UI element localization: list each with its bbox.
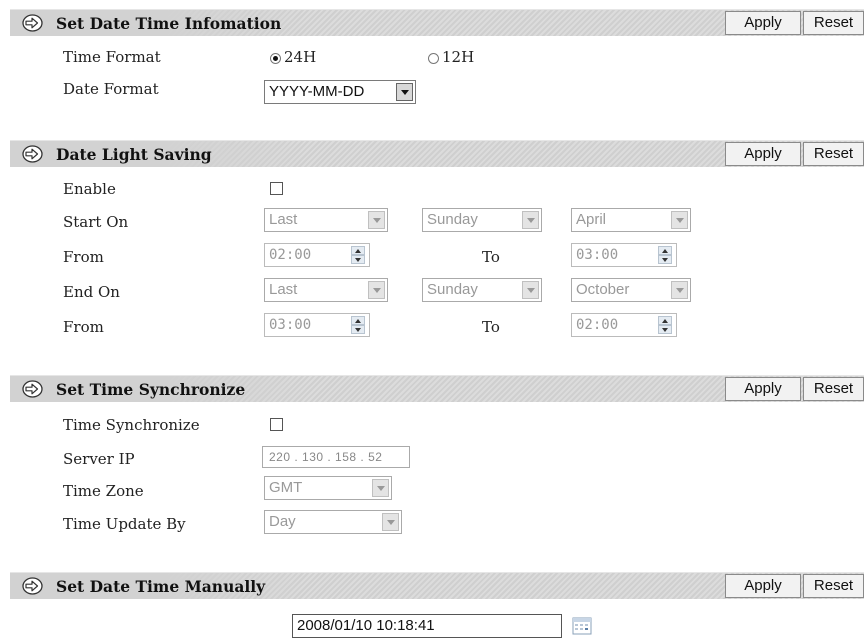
section-title: Set Date Time Manually xyxy=(56,577,266,596)
update-by-label: Time Update By xyxy=(63,515,186,533)
arrow-right-circle-icon xyxy=(22,380,43,398)
end-to-value: 02:00 xyxy=(576,317,619,333)
end-day-select[interactable]: Sunday xyxy=(422,278,542,302)
end-from-value: 03:00 xyxy=(269,317,312,333)
start-month-select[interactable]: April xyxy=(571,208,691,232)
reset-button[interactable]: Reset xyxy=(803,377,864,401)
time-zone-value: GMT xyxy=(269,479,303,496)
chevron-down-icon xyxy=(522,211,539,229)
section-header-manual: Set Date Time Manually Apply Reset xyxy=(10,572,864,599)
arrow-right-circle-icon xyxy=(22,145,43,163)
section-title: Set Time Synchronize xyxy=(56,380,246,399)
time-zone-label: Time Zone xyxy=(63,482,144,500)
start-day-value: Sunday xyxy=(427,211,478,228)
start-from-value: 02:00 xyxy=(269,247,312,263)
end-month-select[interactable]: October xyxy=(571,278,691,302)
end-day-value: Sunday xyxy=(427,281,478,298)
chevron-down-icon xyxy=(382,513,399,531)
spin-up-icon[interactable] xyxy=(658,246,672,255)
spin-down-icon[interactable] xyxy=(351,255,365,264)
manual-datetime-input[interactable]: 2008/01/10 10:18:41 xyxy=(292,614,562,638)
section-header-date-time-info: Set Date Time Infomation Apply Reset xyxy=(10,9,864,36)
spin-up-icon[interactable] xyxy=(351,246,365,255)
enable-label: Enable xyxy=(63,180,116,198)
chevron-down-icon xyxy=(396,83,413,101)
apply-button[interactable]: Apply xyxy=(725,574,801,598)
server-ip-value: 220 . 130 . 158 . 52 xyxy=(269,450,383,464)
time-sync-label: Time Synchronize xyxy=(63,416,200,434)
section-title: Date Light Saving xyxy=(56,145,212,164)
time-zone-select[interactable]: GMT xyxy=(264,476,392,500)
server-ip-field[interactable]: 220 . 130 . 158 . 52 xyxy=(262,446,410,468)
time-sync-checkbox[interactable] xyxy=(270,418,283,431)
spin-up-icon[interactable] xyxy=(658,316,672,325)
end-month-value: October xyxy=(576,281,630,298)
from-label: From xyxy=(63,318,104,336)
start-day-select[interactable]: Sunday xyxy=(422,208,542,232)
server-ip-label: Server IP xyxy=(63,450,135,468)
date-format-select[interactable]: YYYY-MM-DD xyxy=(264,80,416,104)
start-on-label: Start On xyxy=(63,213,129,231)
chevron-down-icon xyxy=(671,211,688,229)
end-week-select[interactable]: Last xyxy=(264,278,388,302)
end-to-stepper[interactable]: 02:00 xyxy=(571,313,677,337)
start-week-select[interactable]: Last xyxy=(264,208,388,232)
chevron-down-icon xyxy=(368,211,385,229)
date-format-label: Date Format xyxy=(63,80,159,98)
apply-button[interactable]: Apply xyxy=(725,142,801,166)
radio-12h[interactable] xyxy=(428,53,439,64)
chevron-down-icon xyxy=(522,281,539,299)
start-to-value: 03:00 xyxy=(576,247,619,263)
spin-down-icon[interactable] xyxy=(658,255,672,264)
to-label: To xyxy=(482,318,500,336)
spin-up-icon[interactable] xyxy=(351,316,365,325)
start-to-stepper[interactable]: 03:00 xyxy=(571,243,677,267)
time-format-label: Time Format xyxy=(63,48,161,66)
arrow-right-circle-icon xyxy=(22,577,43,595)
start-month-value: April xyxy=(576,211,607,228)
radio-24h-label: 24H xyxy=(284,48,317,66)
reset-button[interactable]: Reset xyxy=(803,11,864,35)
section-title: Set Date Time Infomation xyxy=(56,14,282,33)
update-by-value: Day xyxy=(269,513,296,530)
update-by-select[interactable]: Day xyxy=(264,510,402,534)
start-week-value: Last xyxy=(269,211,298,228)
apply-button[interactable]: Apply xyxy=(725,377,801,401)
arrow-right-circle-icon xyxy=(22,14,43,32)
to-label: To xyxy=(482,248,500,266)
reset-button[interactable]: Reset xyxy=(803,574,864,598)
start-from-stepper[interactable]: 02:00 xyxy=(264,243,370,267)
end-week-value: Last xyxy=(269,281,298,298)
chevron-down-icon xyxy=(368,281,385,299)
section-header-time-sync: Set Time Synchronize Apply Reset xyxy=(10,375,864,402)
spin-down-icon[interactable] xyxy=(351,325,365,334)
from-label: From xyxy=(63,248,104,266)
calendar-icon[interactable] xyxy=(571,616,593,636)
radio-12h-label: 12H xyxy=(442,48,475,66)
end-from-stepper[interactable]: 03:00 xyxy=(264,313,370,337)
reset-button[interactable]: Reset xyxy=(803,142,864,166)
chevron-down-icon xyxy=(671,281,688,299)
radio-24h[interactable] xyxy=(270,53,281,64)
manual-datetime-value: 2008/01/10 10:18:41 xyxy=(297,617,435,634)
date-format-value: YYYY-MM-DD xyxy=(269,83,365,100)
spin-down-icon[interactable] xyxy=(658,325,672,334)
enable-checkbox[interactable] xyxy=(270,182,283,195)
section-header-daylight-saving: Date Light Saving Apply Reset xyxy=(10,140,864,167)
apply-button[interactable]: Apply xyxy=(725,11,801,35)
end-on-label: End On xyxy=(63,283,120,301)
chevron-down-icon xyxy=(372,479,389,497)
